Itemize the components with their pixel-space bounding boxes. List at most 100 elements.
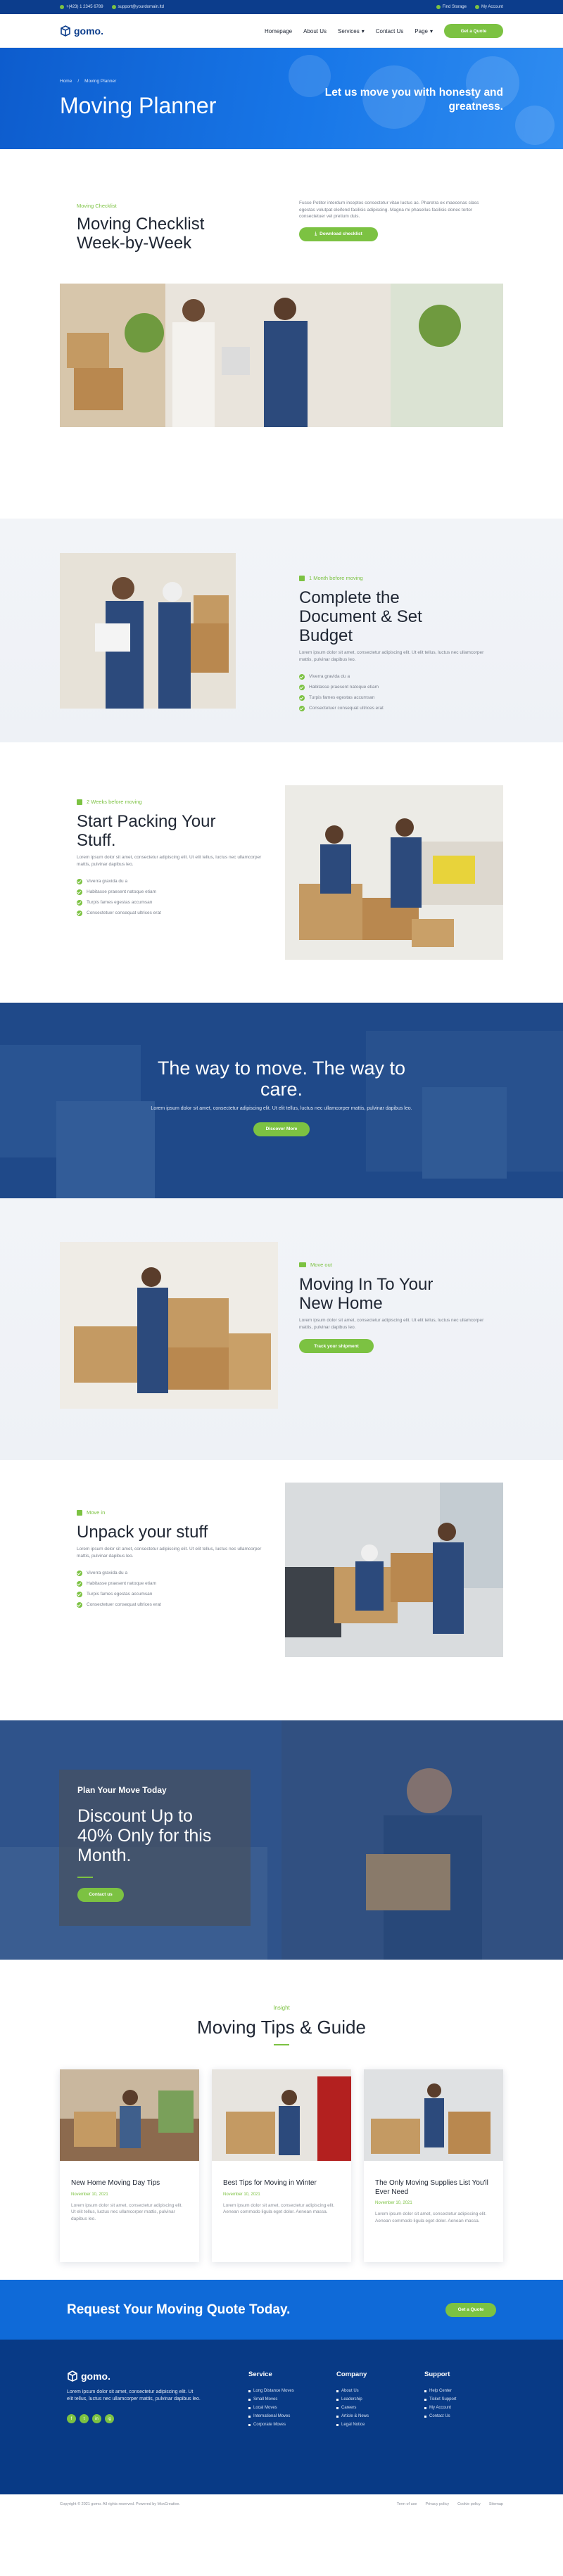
footer-col-service: Service Long Distance Moves Small Moves … xyxy=(248,2371,294,2429)
footer-link[interactable]: International Moves xyxy=(248,2412,294,2420)
footer-link[interactable]: Local Moves xyxy=(248,2404,294,2412)
phone-contact[interactable]: +(423) 1 2345 6789 xyxy=(60,5,103,9)
check-icon xyxy=(77,1580,82,1587)
footer-link[interactable]: Corporate Moves xyxy=(248,2420,294,2429)
footer-link[interactable]: Ticket Support xyxy=(424,2395,456,2404)
get-quote-button[interactable]: Get a Quote xyxy=(444,24,503,38)
social-links: f t in ig xyxy=(67,2414,201,2423)
linkedin-icon[interactable]: in xyxy=(92,2414,101,2423)
blog-divider xyxy=(274,2044,289,2045)
footer-logo[interactable]: gomo. xyxy=(67,2371,201,2382)
footer-link[interactable]: About Us xyxy=(336,2387,369,2395)
footer-col-title: Support xyxy=(424,2371,450,2378)
list-item: Turpis fames egestas accumsan xyxy=(299,692,496,703)
discover-more-button[interactable]: Discover More xyxy=(253,1122,310,1136)
footer-link[interactable]: Leadership xyxy=(336,2395,369,2404)
blog-card-title[interactable]: The Only Moving Supplies List You'll Eve… xyxy=(375,2179,492,2197)
blog-card-image xyxy=(60,2069,199,2161)
hero-tagline: Let us move you with honesty and greatne… xyxy=(324,87,503,113)
site-logo[interactable]: gomo. xyxy=(60,25,103,37)
twitter-icon[interactable]: t xyxy=(80,2414,89,2423)
move-in-list: Viverra gravida du a Habitasse praesent … xyxy=(77,1568,274,1610)
photo-illustration xyxy=(60,1242,278,1409)
email-contact[interactable]: support@yourdomain.ltd xyxy=(111,5,164,9)
chevron-down-icon: ▾ xyxy=(361,27,365,34)
intro-eyebrow: Moving Checklist xyxy=(77,203,117,209)
facebook-icon[interactable]: f xyxy=(67,2414,76,2423)
check-icon xyxy=(299,673,305,680)
check-icon xyxy=(77,910,82,916)
calendar-icon xyxy=(77,799,82,805)
my-account-link[interactable]: My Account xyxy=(474,5,503,9)
download-icon: ⤓ xyxy=(315,231,317,236)
intro-title: Moving Checklist Week-by-Week xyxy=(77,215,205,253)
nav-item-homepage[interactable]: Homepage xyxy=(265,28,292,34)
nav-item-page[interactable]: Page ▾ xyxy=(415,28,433,34)
two-weeks-content: 2 Weeks before moving Start Packing Your… xyxy=(77,799,274,918)
blog-section: Insight Moving Tips & Guide New Home Mov… xyxy=(0,1960,563,2280)
footer-link[interactable]: Careers xyxy=(336,2404,369,2412)
breadcrumb-home[interactable]: Home xyxy=(60,79,72,84)
two-weeks-section: 2 Weeks before moving Start Packing Your… xyxy=(0,742,563,1003)
move-out-eyebrow: Move out xyxy=(299,1262,496,1268)
footer-link[interactable]: My Account xyxy=(424,2404,456,2412)
footer-link[interactable]: Small Moves xyxy=(248,2395,294,2404)
find-storage-link[interactable]: Find Storage xyxy=(436,5,467,9)
footer-col-title: Company xyxy=(336,2371,367,2378)
blog-card-title[interactable]: New Home Moving Day Tips xyxy=(71,2179,188,2188)
footer-link[interactable]: Legal Notice xyxy=(336,2420,369,2429)
blog-title: Moving Tips & Guide xyxy=(197,2017,366,2038)
footer-col-support: Support Help Center Ticket Support My Ac… xyxy=(424,2371,456,2420)
cta-get-quote-button[interactable]: Get a Quote xyxy=(445,2302,496,2317)
instagram-icon[interactable]: ig xyxy=(105,2414,114,2423)
nav-item-contact[interactable]: Contact Us xyxy=(376,28,404,34)
blog-cards: New Home Moving Day Tips November 10, 20… xyxy=(60,2069,503,2262)
quote-cta-bar: Request Your Moving Quote Today. Get a Q… xyxy=(0,2280,563,2340)
move-out-section: Move out Moving In To Your New Home Lore… xyxy=(0,1198,563,1460)
nav-item-about[interactable]: About Us xyxy=(303,28,327,34)
list-item: Habitasse praesent natoque etiam xyxy=(77,1578,274,1589)
photo-illustration xyxy=(285,785,503,960)
top-bar: +(423) 1 2345 6789 support@yourdomain.lt… xyxy=(0,0,563,14)
footer-link[interactable]: Article & News xyxy=(336,2412,369,2420)
footer-link[interactable]: Contact Us xyxy=(424,2412,456,2420)
check-icon xyxy=(299,694,305,701)
move-out-title: Moving In To Your New Home xyxy=(299,1275,434,1313)
legal-link[interactable]: Sitemap xyxy=(489,2502,503,2506)
blog-card-title[interactable]: Best Tips for Moving in Winter xyxy=(223,2179,340,2188)
contact-us-button[interactable]: Contact us xyxy=(77,1887,124,1902)
legal-link[interactable]: Cookie policy xyxy=(457,2502,481,2506)
legal-link[interactable]: Privacy policy xyxy=(425,2502,449,2506)
phone-icon xyxy=(60,5,64,9)
blog-kicker: Insight xyxy=(273,2005,290,2011)
blog-card[interactable]: New Home Moving Day Tips November 10, 20… xyxy=(60,2069,199,2262)
nav-menu: Homepage About Us Services ▾ Contact Us P… xyxy=(265,28,433,34)
one-month-title: Complete the Document & Set Budget xyxy=(299,588,422,645)
move-in-eyebrow: Move in xyxy=(77,1509,274,1516)
blog-card[interactable]: The Only Moving Supplies List You'll Eve… xyxy=(364,2069,503,2262)
two-weeks-list: Viverra gravida du a Habitasse praesent … xyxy=(77,876,274,918)
legal-link[interactable]: Term of use xyxy=(397,2502,417,2506)
list-item: Consectetuer consequat ultrices erat xyxy=(77,908,274,918)
download-checklist-button[interactable]: ⤓ Download checklist xyxy=(299,227,378,241)
nav-item-services[interactable]: Services ▾ xyxy=(338,28,365,34)
box-logo-icon xyxy=(68,2371,77,2382)
list-item: Viverra gravida du a xyxy=(77,1568,274,1578)
blog-card-date: November 10, 2021 xyxy=(71,2192,108,2197)
footer-link[interactable]: Help Center xyxy=(424,2387,456,2395)
promo-kicker: Plan Your Move Today xyxy=(77,1785,167,1795)
blog-card[interactable]: Best Tips for Moving in Winter November … xyxy=(212,2069,351,2262)
check-icon xyxy=(77,1570,82,1576)
copyright-text: Copyright © 2021 gomo. All rights reserv… xyxy=(60,2502,180,2506)
footer-link[interactable]: Long Distance Moves xyxy=(248,2387,294,2395)
photo-illustration xyxy=(212,2069,351,2161)
movers-checklist-photo xyxy=(60,284,503,427)
list-item: Turpis fames egestas accumsan xyxy=(77,1589,274,1599)
blog-card-image xyxy=(364,2069,503,2161)
photo-illustration xyxy=(285,1483,503,1657)
two-weeks-text: Lorem ipsum dolor sit amet, consectetur … xyxy=(77,855,262,867)
calendar-icon xyxy=(299,575,305,581)
list-item: Habitasse praesent natoque etiam xyxy=(77,887,274,897)
track-shipment-button[interactable]: Track your shipment xyxy=(299,1339,374,1353)
user-icon xyxy=(474,5,479,9)
